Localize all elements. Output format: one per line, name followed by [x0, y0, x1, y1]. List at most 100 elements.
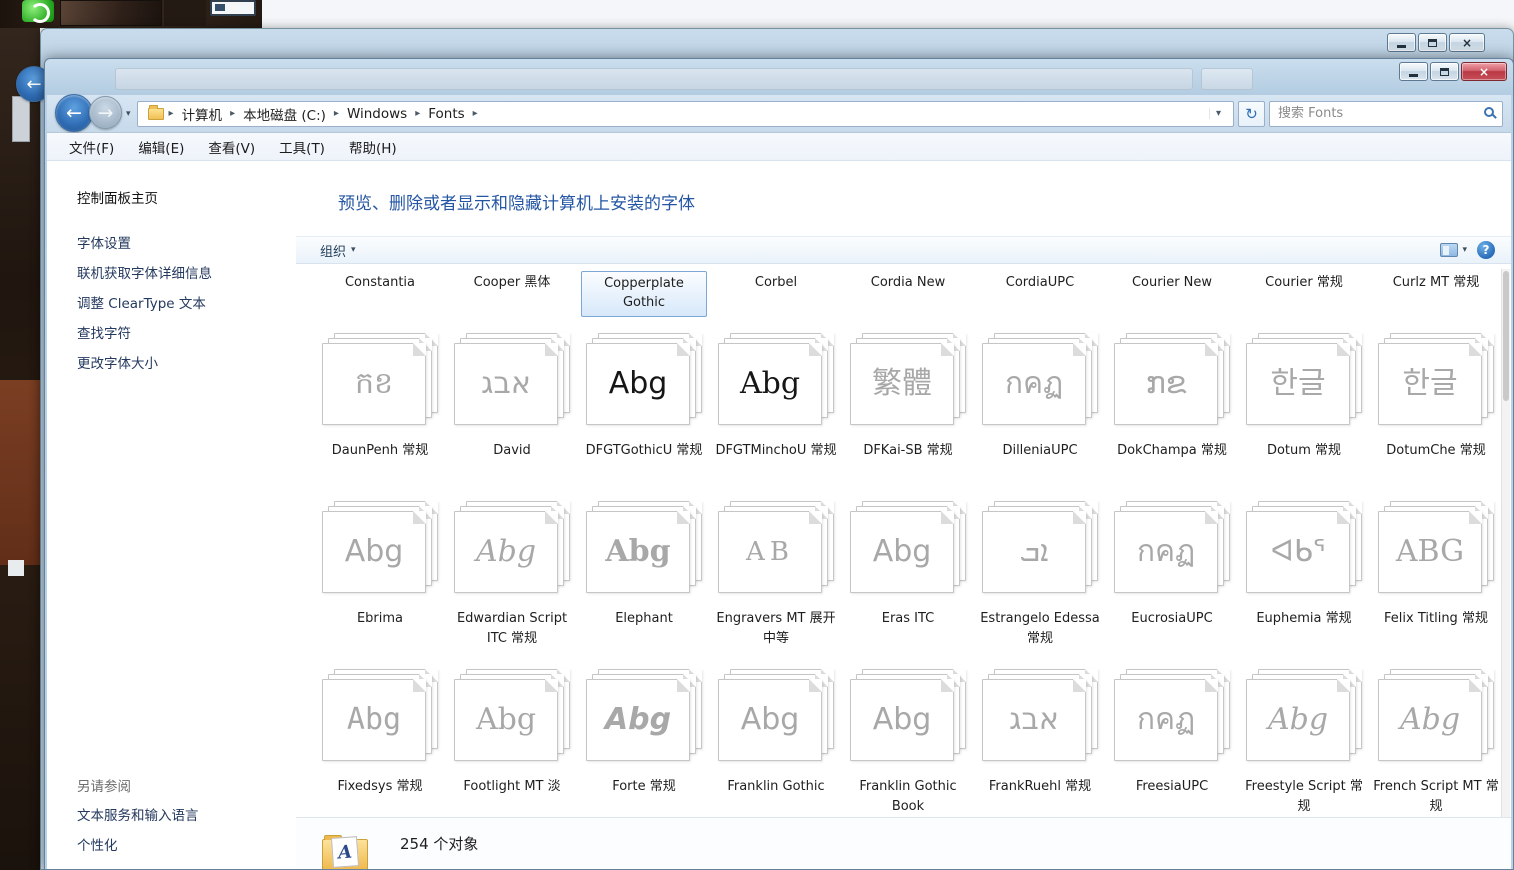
sidebar-link[interactable]: 查找字符: [77, 319, 296, 349]
breadcrumb-item[interactable]: Windows: [340, 106, 414, 122]
menu-item[interactable]: 帮助(H): [337, 133, 409, 161]
help-button[interactable]: ?: [1477, 241, 1495, 259]
font-file-icon: ABG: [1378, 501, 1494, 593]
font-item[interactable]: 繁體DFKai-SB 常规: [842, 329, 974, 497]
desktop-thumbnail: [164, 0, 206, 26]
organize-button[interactable]: 组织 ▾: [312, 239, 364, 262]
font-file-icon: Abg: [850, 501, 966, 593]
font-item[interactable]: AbgFranklin Gothic Book: [842, 665, 974, 833]
font-group-label[interactable]: Corbel: [710, 271, 842, 317]
font-group-label[interactable]: Curlz MT 常规: [1370, 271, 1502, 317]
sidebar-link[interactable]: 联机获取字体详细信息: [77, 259, 296, 289]
sidebar-link[interactable]: 文本服务和输入语言: [77, 801, 199, 831]
font-group-label-text: Courier 常规: [1257, 271, 1351, 296]
search-input[interactable]: [1269, 101, 1503, 127]
desktop-artifact: [12, 96, 30, 142]
menu-item[interactable]: 编辑(E): [126, 133, 196, 161]
font-group-label[interactable]: Courier New: [1106, 271, 1238, 317]
desktop-artifact: [0, 380, 40, 565]
font-item[interactable]: AbgElephant: [578, 497, 710, 665]
font-item[interactable]: אבגFrankRuehl 常规: [974, 665, 1106, 833]
sidebar-link[interactable]: 字体设置: [77, 229, 296, 259]
menu-item[interactable]: 查看(V): [196, 133, 267, 161]
history-dropdown-icon[interactable]: ▾: [126, 109, 131, 119]
font-item[interactable]: AbgEras ITC: [842, 497, 974, 665]
search-icon[interactable]: [1484, 107, 1494, 117]
font-item[interactable]: ᐊᑲᕐEuphemia 常规: [1238, 497, 1370, 665]
menu-item[interactable]: 文件(F): [57, 133, 126, 161]
font-group-label[interactable]: Courier 常规: [1238, 271, 1370, 317]
forward-button[interactable]: →: [89, 96, 122, 129]
font-item-label: Fixedsys 常规: [337, 777, 422, 797]
address-dropdown-icon[interactable]: ▾: [1209, 108, 1227, 119]
maximize-button[interactable]: [1430, 62, 1459, 81]
font-item[interactable]: AbgEdwardian Script ITC 常规: [446, 497, 578, 665]
sidebar-link[interactable]: 个性化: [77, 831, 199, 861]
close-button[interactable]: ×: [1461, 62, 1507, 81]
font-group-label[interactable]: Cooper 黑体: [446, 271, 578, 317]
breadcrumb-item[interactable]: 本地磁盘 (C:): [236, 104, 333, 124]
font-file-icon: កខ: [322, 333, 438, 425]
back-button[interactable]: ←: [55, 94, 93, 132]
main-panel: 预览、删除或者显示和隐藏计算机上安装的字体 组织 ▾ ▾ ? Consta: [296, 161, 1511, 869]
screen: × × ← → ▾ ▸ 计算机▸本地磁盘 (C:)▸Windows▸Fonts▸…: [0, 0, 1514, 870]
minimize-button[interactable]: [1399, 62, 1428, 81]
sidebar-link[interactable]: 调整 ClearType 文本: [77, 289, 296, 319]
font-item[interactable]: ܐܒEstrangelo Edessa 常规: [974, 497, 1106, 665]
font-group-label[interactable]: Copperplate Gothic: [578, 271, 710, 317]
font-group-label[interactable]: Constantia: [314, 271, 446, 317]
vertical-scrollbar[interactable]: [1501, 269, 1510, 817]
font-group-label[interactable]: Cordia New: [842, 271, 974, 317]
font-item-label: Franklin Gothic Book: [843, 777, 973, 816]
font-item[interactable]: กคฏFreesiaUPC: [1106, 665, 1238, 833]
green-app-icon[interactable]: [22, 0, 54, 22]
sidebar-link[interactable]: 更改字体大小: [77, 349, 296, 379]
font-file-icon: Abg: [454, 501, 570, 593]
scrollbar-thumb[interactable]: [1503, 271, 1509, 401]
font-item[interactable]: AbgFootlight MT 淡: [446, 665, 578, 833]
breadcrumb-arrow-icon[interactable]: ▸: [472, 108, 479, 119]
breadcrumb-arrow-icon[interactable]: ▸: [168, 108, 175, 119]
breadcrumb-item[interactable]: Fonts: [421, 106, 471, 122]
minimize-button[interactable]: [1387, 33, 1416, 52]
views-button[interactable]: ▾: [1440, 243, 1467, 257]
font-item[interactable]: AbgDFGTMinchoU 常规: [710, 329, 842, 497]
refresh-button[interactable]: ↻: [1238, 101, 1265, 127]
close-button[interactable]: ×: [1449, 33, 1485, 52]
font-item[interactable]: 한글DotumChe 常规: [1370, 329, 1502, 497]
sidebar-home-link[interactable]: 控制面板主页: [77, 187, 296, 207]
font-item[interactable]: אבגDavid: [446, 329, 578, 497]
font-item[interactable]: ABGFelix Titling 常规: [1370, 497, 1502, 665]
font-item[interactable]: AbgEbrima: [314, 497, 446, 665]
maximize-button[interactable]: [1418, 33, 1447, 52]
font-item[interactable]: AbgFixedsys 常规: [314, 665, 446, 833]
font-item[interactable]: AbgFranklin Gothic: [710, 665, 842, 833]
sidebar-links: 字体设置联机获取字体详细信息调整 ClearType 文本查找字符更改字体大小: [77, 229, 296, 379]
font-file-icon: אבג: [454, 333, 570, 425]
title-bar[interactable]: ×: [45, 59, 1513, 95]
breadcrumb-arrow-icon[interactable]: ▸: [414, 108, 421, 119]
menu-item[interactable]: 工具(T): [267, 133, 337, 161]
breadcrumb-item[interactable]: 计算机: [175, 104, 230, 124]
font-item[interactable]: ABEngravers MT 展开 中等: [710, 497, 842, 665]
font-preview-text: Abg: [605, 537, 670, 567]
font-item[interactable]: กคฏEucrosiaUPC: [1106, 497, 1238, 665]
font-file-icon: Abg: [718, 669, 834, 761]
font-item[interactable]: กคฏDilleniaUPC: [974, 329, 1106, 497]
address-bar[interactable]: ▸ 计算机▸本地磁盘 (C:)▸Windows▸Fonts▸ ▾: [137, 101, 1234, 127]
font-item[interactable]: កខDaunPenh 常规: [314, 329, 446, 497]
see-also-section: 另请参阅 文本服务和输入语言个性化: [77, 775, 199, 861]
font-item[interactable]: 한글Dotum 常规: [1238, 329, 1370, 497]
font-file-icon: กคฏ: [982, 333, 1098, 425]
breadcrumb-arrow-icon[interactable]: ▸: [229, 108, 236, 119]
breadcrumb-arrow-icon[interactable]: ▸: [333, 108, 340, 119]
font-item[interactable]: AbgForte 常规: [578, 665, 710, 833]
font-group-label[interactable]: CordiaUPC: [974, 271, 1106, 317]
font-item[interactable]: AbgFreestyle Script 常规: [1238, 665, 1370, 833]
font-item[interactable]: AbgFrench Script MT 常规: [1370, 665, 1502, 833]
font-item[interactable]: ກຂDokChampa 常规: [1106, 329, 1238, 497]
font-preview-text: Abg: [605, 705, 671, 735]
font-group-label-text: Cooper 黑体: [466, 271, 559, 296]
font-item[interactable]: AbgDFGTGothicU 常规: [578, 329, 710, 497]
notepad-app-icon[interactable]: [210, 0, 256, 16]
